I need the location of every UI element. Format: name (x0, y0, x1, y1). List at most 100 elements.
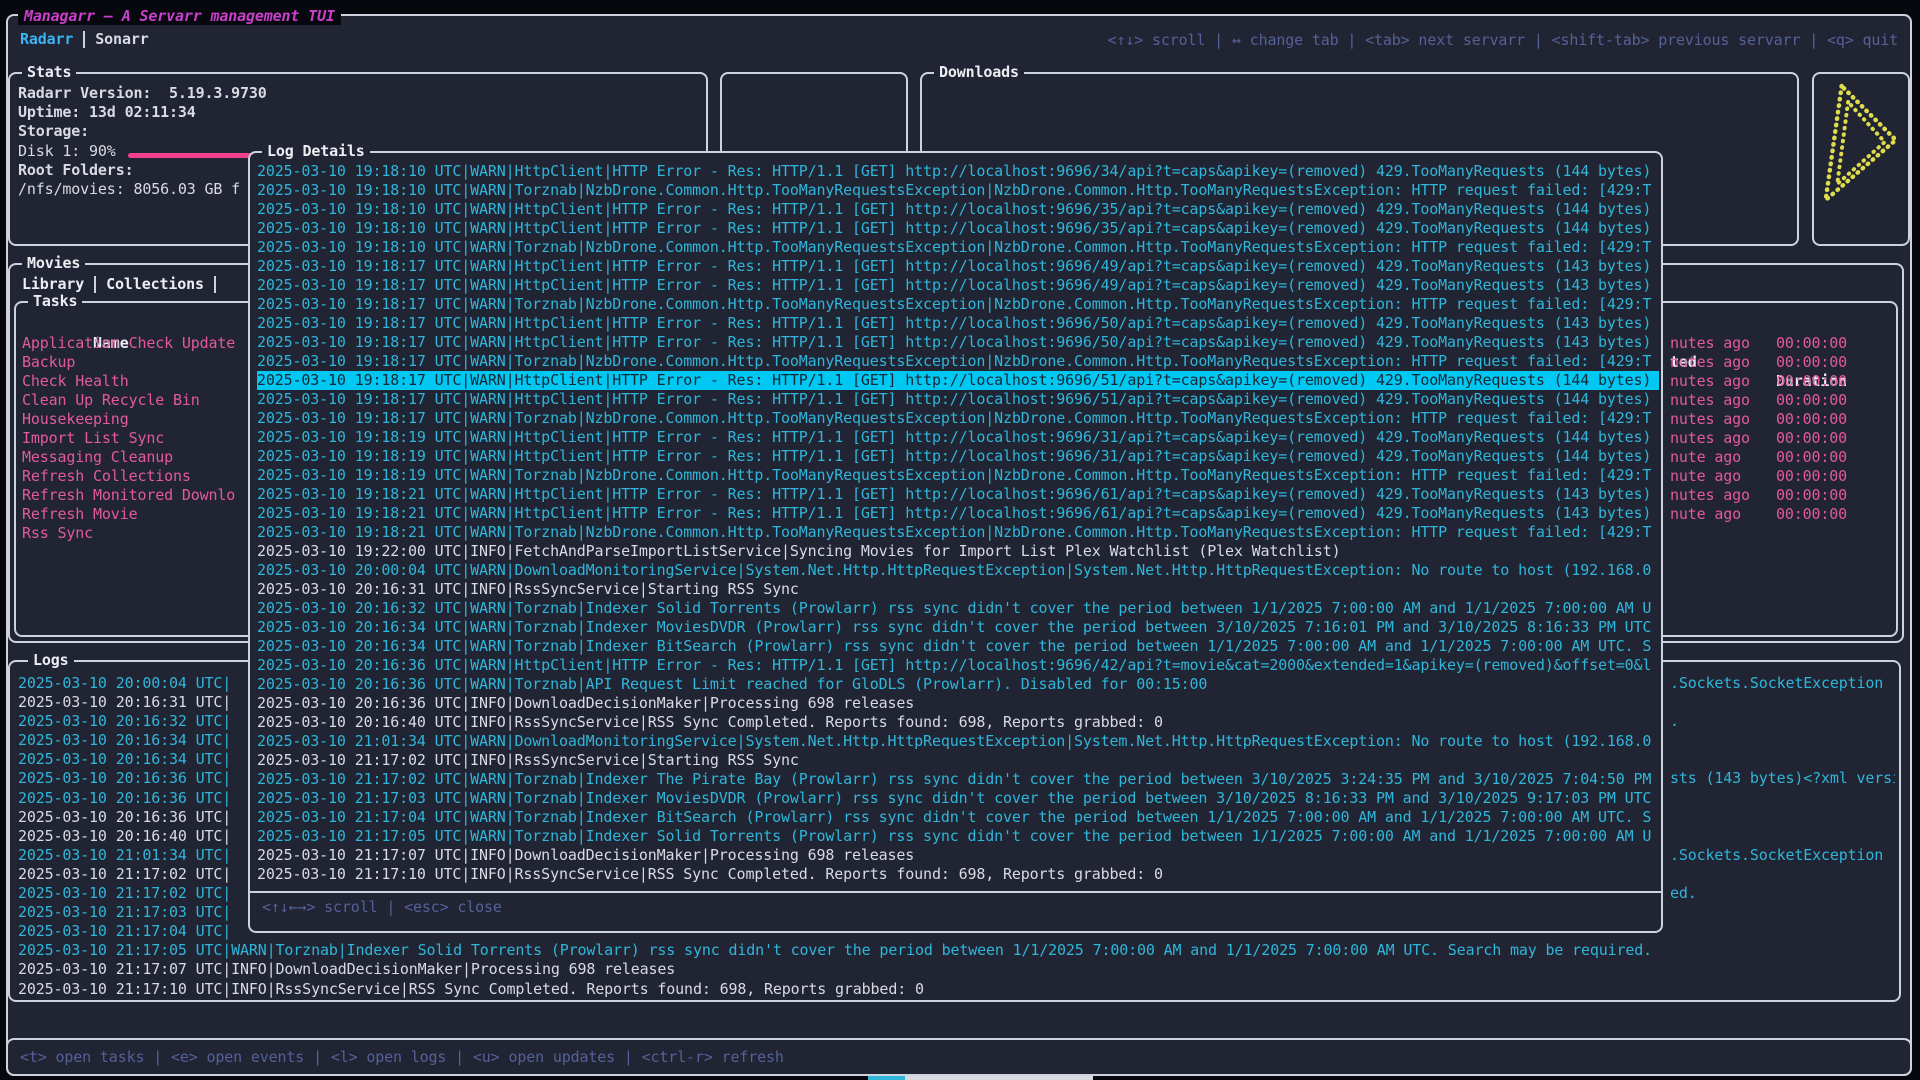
modal-log-line[interactable]: 2025-03-10 20:16:36 UTC|INFO|DownloadDec… (257, 694, 1659, 713)
modal-log-line[interactable]: 2025-03-10 19:18:17 UTC|WARN|HttpClient|… (257, 276, 1659, 295)
modal-log-line[interactable]: 2025-03-10 19:18:19 UTC|WARN|HttpClient|… (257, 428, 1659, 447)
tab-collections[interactable]: Collections (106, 275, 204, 293)
bottom-strip-white (905, 1076, 1093, 1080)
modal-log-line[interactable]: 2025-03-10 20:16:34 UTC|WARN|Torznab|Ind… (257, 637, 1659, 656)
modal-log-line[interactable]: 2025-03-10 21:17:02 UTC|WARN|Torznab|Ind… (257, 770, 1659, 789)
bottom-help-bar: <t> open tasks | <e> open events | <l> o… (6, 1038, 1912, 1076)
task-last-executed: nutes ago (1670, 372, 1750, 391)
log-row-overflow-text: .Sockets.SocketException ( (1670, 846, 1895, 865)
log-row-text: 2025-03-10 20:16:36 UTC| (18, 789, 231, 807)
stats-panel-title: Stats (22, 63, 76, 81)
task-duration: 00:00:00 (1776, 486, 1847, 505)
modal-log-line[interactable]: 2025-03-10 21:17:04 UTC|WARN|Torznab|Ind… (257, 808, 1659, 827)
modal-log-line[interactable]: 2025-03-10 19:18:17 UTC|WARN|Torznab|Nzb… (257, 409, 1659, 428)
task-last-executed: nute ago (1670, 448, 1741, 467)
modal-log-line[interactable]: 2025-03-10 19:22:00 UTC|INFO|FetchAndPar… (257, 542, 1659, 561)
log-row-text: 2025-03-10 20:16:36 UTC| (18, 769, 231, 787)
managarr-play-triangle-icon (1815, 76, 1909, 244)
modal-log-line[interactable]: 2025-03-10 21:17:10 UTC|INFO|RssSyncServ… (257, 865, 1659, 884)
modal-log-line[interactable]: 2025-03-10 19:18:17 UTC|WARN|HttpClient|… (257, 390, 1659, 409)
modal-log-line[interactable]: 2025-03-10 19:18:21 UTC|WARN|HttpClient|… (257, 504, 1659, 523)
log-details-modal: Log Details 2025-03-10 19:18:10 UTC|WARN… (248, 151, 1663, 933)
modal-log-line[interactable]: 2025-03-10 19:18:19 UTC|WARN|Torznab|Nzb… (257, 466, 1659, 485)
modal-log-lines: 2025-03-10 19:18:10 UTC|WARN|HttpClient|… (255, 162, 1659, 885)
log-row-text: 2025-03-10 21:17:04 UTC| (18, 922, 231, 940)
modal-footer-separator (250, 891, 1661, 893)
modal-log-line[interactable]: 2025-03-10 20:16:34 UTC|WARN|Torznab|Ind… (257, 618, 1659, 637)
modal-shortcuts: <↑↓←→> scroll | <esc> close (262, 898, 502, 916)
log-row[interactable]: 2025-03-10 21:17:07 UTC|INFO|DownloadDec… (18, 960, 1895, 979)
task-name: Check Health (22, 372, 129, 390)
modal-log-line[interactable]: 2025-03-10 20:16:36 UTC|WARN|HttpClient|… (257, 656, 1659, 675)
log-row-overflow-text: .Sockets.SocketException ( (1670, 674, 1895, 693)
task-duration: 00:00:00 (1776, 429, 1847, 448)
task-duration: 00:00:00 (1776, 467, 1847, 486)
uptime-line: Uptime: 13d 02:11:34 (18, 103, 702, 122)
tab-library[interactable]: Library (22, 275, 84, 293)
tasks-panel-title: Tasks (28, 292, 82, 310)
modal-log-line[interactable]: 2025-03-10 19:18:17 UTC|WARN|HttpClient|… (257, 333, 1659, 352)
task-duration: 00:00:00 (1776, 448, 1847, 467)
task-name: Housekeeping (22, 410, 129, 428)
log-row-text: 2025-03-10 21:17:05 UTC|WARN|Torznab|Ind… (18, 941, 1652, 959)
modal-log-line[interactable]: 2025-03-10 21:01:34 UTC|WARN|DownloadMon… (257, 732, 1659, 751)
modal-log-line[interactable]: 2025-03-10 21:17:03 UTC|WARN|Torznab|Ind… (257, 789, 1659, 808)
log-row-text: 2025-03-10 21:17:07 UTC|INFO|DownloadDec… (18, 960, 675, 978)
log-row-text: 2025-03-10 21:01:34 UTC| (18, 846, 231, 864)
log-row-text: 2025-03-10 21:17:03 UTC| (18, 903, 231, 921)
logo-panel (1812, 72, 1910, 246)
modal-log-line[interactable]: 2025-03-10 19:18:10 UTC|WARN|HttpClient|… (257, 200, 1659, 219)
modal-log-line[interactable]: 2025-03-10 21:17:05 UTC|WARN|Torznab|Ind… (257, 827, 1659, 846)
movies-tabs: Library Collections (22, 275, 216, 293)
log-row-text: 2025-03-10 20:16:34 UTC| (18, 750, 231, 768)
modal-log-line[interactable]: 2025-03-10 19:18:10 UTC|WARN|HttpClient|… (257, 162, 1659, 181)
task-name: Application Check Update (22, 334, 235, 352)
task-last-executed: nutes ago (1670, 486, 1750, 505)
movies-tab-separator (94, 276, 96, 293)
tab-sonarr[interactable]: Sonarr (95, 30, 148, 48)
log-row-text: 2025-03-10 20:16:31 UTC| (18, 693, 231, 711)
modal-log-line[interactable]: 2025-03-10 20:00:04 UTC|WARN|DownloadMon… (257, 561, 1659, 580)
tab-radarr[interactable]: Radarr (20, 30, 73, 48)
modal-log-line[interactable]: 2025-03-10 19:18:17 UTC|WARN|HttpClient|… (257, 371, 1659, 390)
modal-log-line[interactable]: 2025-03-10 19:18:21 UTC|WARN|Torznab|Nzb… (257, 523, 1659, 542)
modal-log-line[interactable]: 2025-03-10 19:18:17 UTC|WARN|Torznab|Nzb… (257, 352, 1659, 371)
modal-log-line[interactable]: 2025-03-10 19:18:17 UTC|WARN|HttpClient|… (257, 257, 1659, 276)
modal-log-line[interactable]: 2025-03-10 21:17:02 UTC|INFO|RssSyncServ… (257, 751, 1659, 770)
task-name: Refresh Collections (22, 467, 191, 485)
modal-log-line[interactable]: 2025-03-10 19:18:10 UTC|WARN|Torznab|Nzb… (257, 181, 1659, 200)
task-last-executed: nutes ago (1670, 429, 1750, 448)
log-row[interactable]: 2025-03-10 21:17:05 UTC|WARN|Torznab|Ind… (18, 941, 1895, 960)
managarr-screen: Managarr — A Servarr management TUI Rada… (0, 0, 1920, 1080)
modal-log-line[interactable]: 2025-03-10 19:18:10 UTC|WARN|HttpClient|… (257, 219, 1659, 238)
log-row-overflow-text: ed. (1670, 884, 1697, 903)
log-row-text: 2025-03-10 21:17:10 UTC|INFO|RssSyncServ… (18, 980, 924, 998)
log-row[interactable]: 2025-03-10 21:17:10 UTC|INFO|RssSyncServ… (18, 980, 1895, 999)
bottom-shortcuts: <t> open tasks | <e> open events | <l> o… (20, 1048, 784, 1066)
modal-log-line[interactable]: 2025-03-10 19:18:19 UTC|WARN|HttpClient|… (257, 447, 1659, 466)
task-last-executed: nutes ago (1670, 353, 1750, 372)
modal-log-line[interactable]: 2025-03-10 20:16:32 UTC|WARN|Torznab|Ind… (257, 599, 1659, 618)
modal-log-line[interactable]: 2025-03-10 20:16:40 UTC|INFO|RssSyncServ… (257, 713, 1659, 732)
modal-log-line[interactable]: 2025-03-10 19:18:17 UTC|WARN|HttpClient|… (257, 314, 1659, 333)
servarr-tabs: Radarr Sonarr (20, 30, 149, 48)
header-shortcuts: <↑↓> scroll | ↔ change tab | <tab> next … (1108, 31, 1898, 49)
log-row-overflow-text: sts (143 bytes)<?xml versi (1670, 769, 1895, 788)
task-duration: 00:00:00 (1776, 505, 1847, 524)
modal-log-line[interactable]: 2025-03-10 20:16:36 UTC|WARN|Torznab|API… (257, 675, 1659, 694)
task-duration: 00:00:00 (1776, 334, 1847, 353)
log-row-text: 2025-03-10 20:00:04 UTC| (18, 674, 231, 692)
task-name: Rss Sync (22, 524, 93, 542)
movies-tab-separator-2 (214, 276, 216, 293)
modal-log-line[interactable]: 2025-03-10 19:18:10 UTC|WARN|Torznab|Nzb… (257, 238, 1659, 257)
modal-log-line[interactable]: 2025-03-10 21:17:07 UTC|INFO|DownloadDec… (257, 846, 1659, 865)
modal-log-line[interactable]: 2025-03-10 19:18:21 UTC|WARN|HttpClient|… (257, 485, 1659, 504)
log-row-text: 2025-03-10 20:16:40 UTC| (18, 827, 231, 845)
modal-log-line[interactable]: 2025-03-10 20:16:31 UTC|INFO|RssSyncServ… (257, 580, 1659, 599)
task-last-executed: nutes ago (1670, 391, 1750, 410)
modal-log-line[interactable]: 2025-03-10 19:18:17 UTC|WARN|Torznab|Nzb… (257, 295, 1659, 314)
task-last-executed: nutes ago (1670, 334, 1750, 353)
downloads-panel-title: Downloads (934, 63, 1024, 81)
task-name: Backup (22, 353, 75, 371)
task-last-executed: nutes ago (1670, 410, 1750, 429)
